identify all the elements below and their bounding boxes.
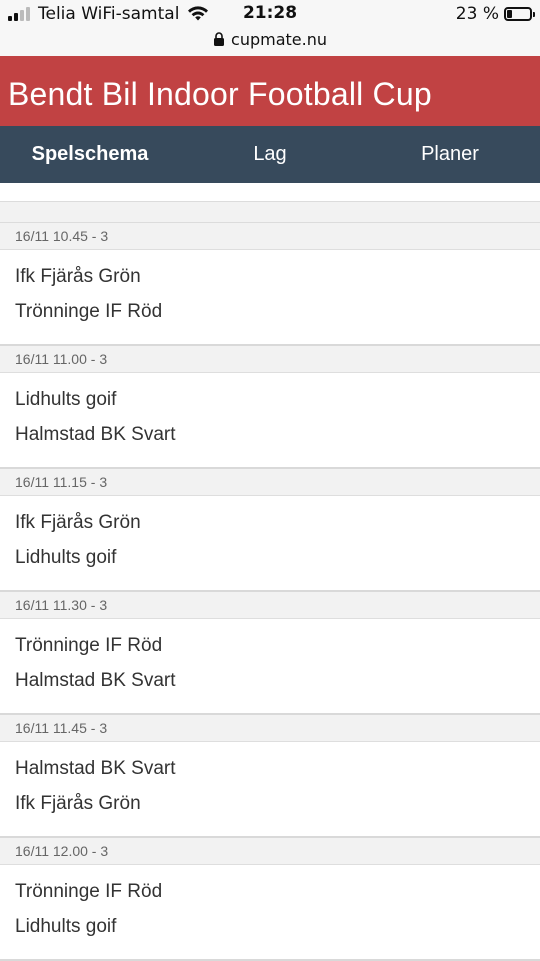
home-team: Lidhults goif [15, 389, 117, 410]
away-team: Ifk Fjärås Grön [15, 793, 141, 814]
away-team: Lidhults goif [15, 916, 117, 937]
match-item[interactable]: 16/11 12.00 - 3 Trönninge IF Röd Lidhult… [0, 838, 540, 961]
tab-planer[interactable]: Planer [360, 126, 540, 183]
match-teams[interactable]: Ifk Fjärås Grön Lidhults goif [0, 496, 540, 592]
status-bar: Telia WiFi-samtal 21:28 23 % cupmate.nu [0, 0, 540, 56]
match-time: 16/11 11.00 - 3 [0, 346, 540, 373]
match-time: 16/11 10.45 - 3 [0, 223, 540, 250]
home-team: Ifk Fjärås Grön [15, 266, 141, 287]
cellular-signal-icon [8, 7, 30, 21]
battery-fill [507, 10, 513, 18]
away-team: Trönninge IF Röd [15, 301, 163, 322]
match-schedule: 16/11 10.45 - 3 Ifk Fjärås Grön Trönning… [0, 183, 540, 961]
battery-percentage: 23 % [455, 4, 499, 24]
url-text[interactable]: cupmate.nu [231, 30, 327, 49]
match-item[interactable]: 16/11 11.00 - 3 Lidhults goif Halmstad B… [0, 346, 540, 469]
app-header: Bendt Bil Indoor Football Cup [0, 56, 540, 126]
away-team: Halmstad BK Svart [15, 424, 176, 445]
away-team: Halmstad BK Svart [15, 670, 176, 691]
wifi-icon [188, 6, 209, 21]
away-team: Lidhults goif [15, 547, 117, 568]
home-team: Trönninge IF Röd [15, 635, 163, 656]
divider-bar [0, 202, 540, 223]
main-nav: Spelschema Lag Planer [0, 126, 540, 183]
match-teams[interactable]: Lidhults goif Halmstad BK Svart [0, 373, 540, 469]
page-title: Bendt Bil Indoor Football Cup [8, 76, 432, 112]
match-time: 16/11 12.00 - 3 [0, 838, 540, 865]
tab-spelschema[interactable]: Spelschema [0, 126, 180, 183]
carrier-label: Telia WiFi-samtal [38, 4, 180, 24]
match-item[interactable]: 16/11 11.30 - 3 Trönninge IF Röd Halmsta… [0, 592, 540, 715]
lock-icon [214, 32, 225, 46]
match-teams[interactable]: Trönninge IF Röd Lidhults goif [0, 865, 540, 961]
match-teams[interactable]: Ifk Fjärås Grön Trönninge IF Röd [0, 250, 540, 346]
home-team: Halmstad BK Svart [15, 758, 176, 779]
battery-icon [504, 7, 535, 21]
match-item[interactable]: 16/11 11.45 - 3 Halmstad BK Svart Ifk Fj… [0, 715, 540, 838]
home-team: Ifk Fjärås Grön [15, 512, 141, 533]
address-bar[interactable]: cupmate.nu [0, 28, 540, 50]
match-teams[interactable]: Trönninge IF Röd Halmstad BK Svart [0, 619, 540, 715]
match-time: 16/11 11.15 - 3 [0, 469, 540, 496]
spacer [0, 183, 540, 202]
match-item[interactable]: 16/11 10.45 - 3 Ifk Fjärås Grön Trönning… [0, 223, 540, 346]
home-team: Trönninge IF Röd [15, 881, 163, 902]
match-item[interactable]: 16/11 11.15 - 3 Ifk Fjärås Grön Lidhults… [0, 469, 540, 592]
match-time: 16/11 11.30 - 3 [0, 592, 540, 619]
status-left: Telia WiFi-samtal [8, 3, 209, 25]
tab-lag[interactable]: Lag [180, 126, 360, 183]
match-time: 16/11 11.45 - 3 [0, 715, 540, 742]
match-teams[interactable]: Halmstad BK Svart Ifk Fjärås Grön [0, 742, 540, 838]
status-right: 23 % [455, 3, 535, 25]
